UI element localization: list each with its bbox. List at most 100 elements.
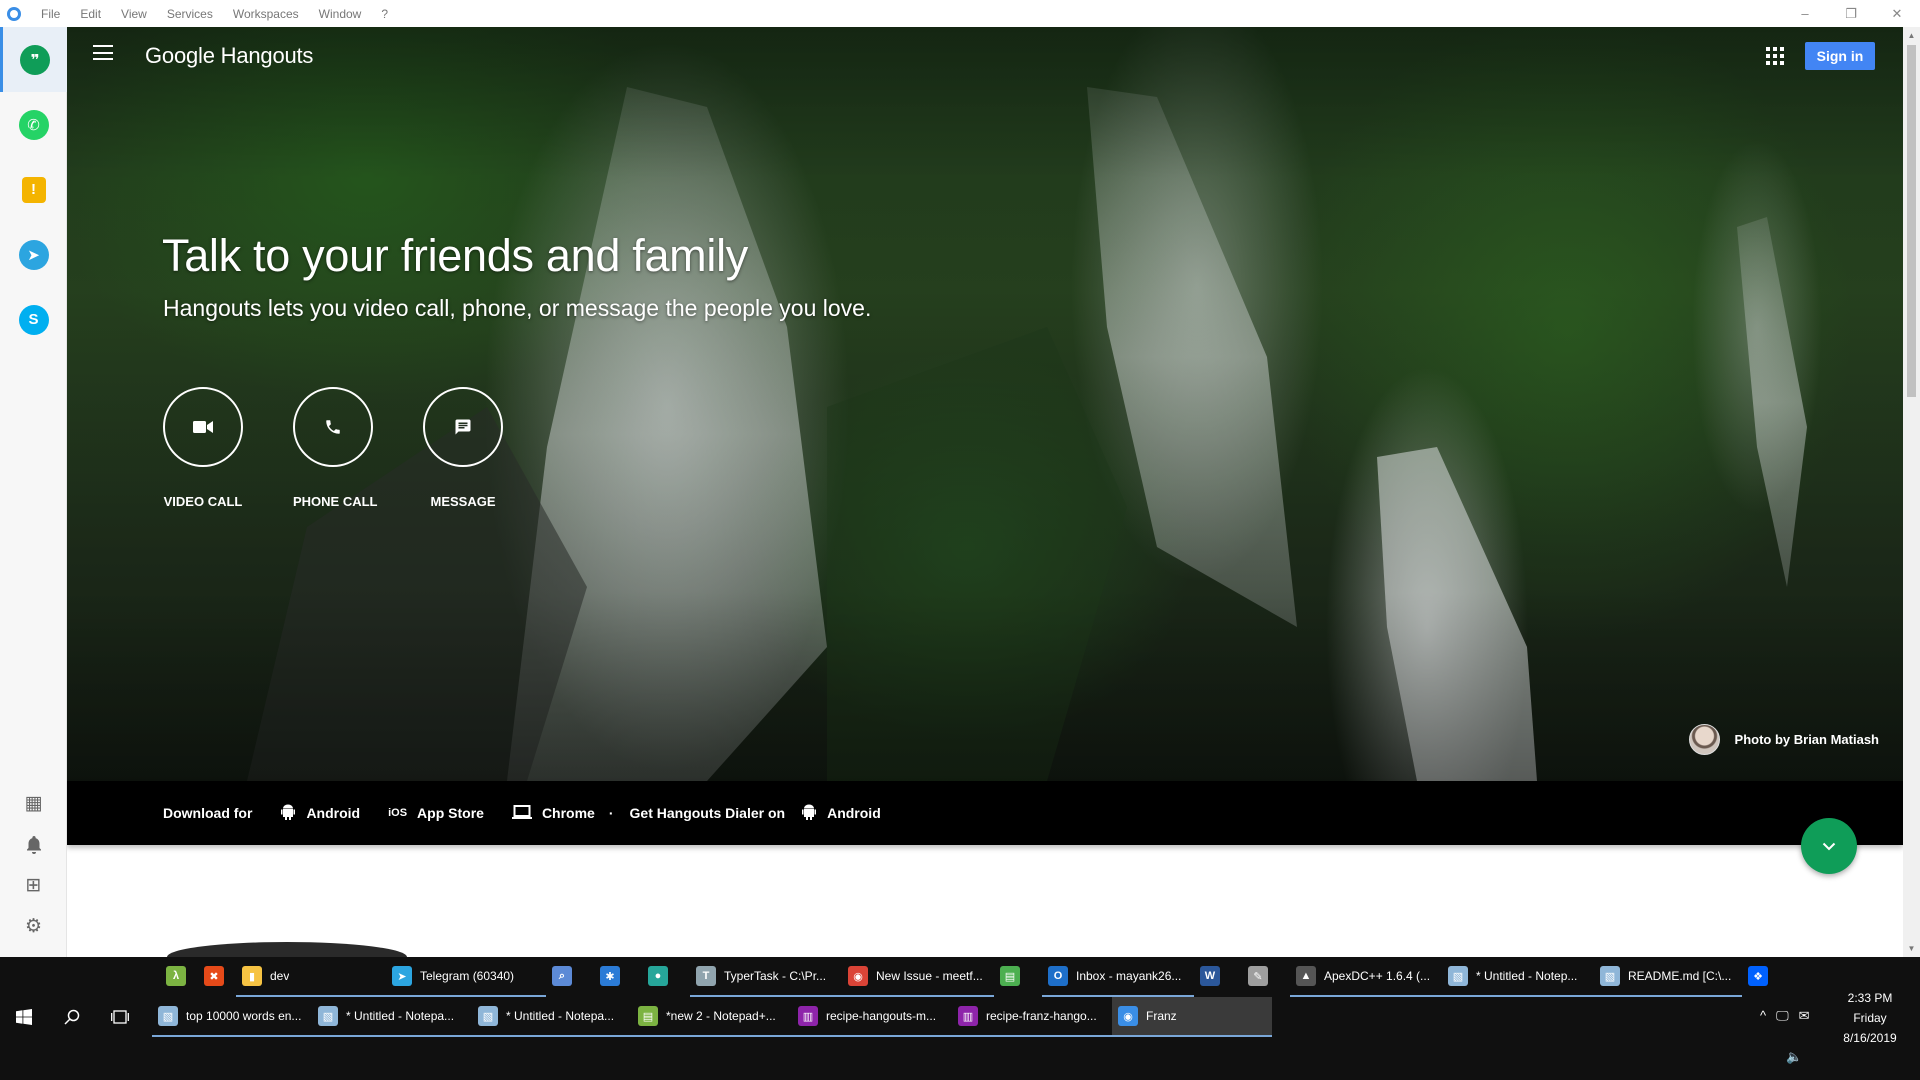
menu-file[interactable]: File <box>31 7 70 21</box>
menu-services[interactable]: Services <box>157 7 223 21</box>
settings-icon[interactable]: ⚙ <box>0 906 67 947</box>
chevron-down-icon <box>1822 842 1836 850</box>
taskbar-clock[interactable]: 2:33 PM Friday 8/16/2019 <box>1830 988 1910 1048</box>
message-button[interactable] <box>423 387 503 467</box>
dialer-android-link[interactable]: Android <box>801 803 881 824</box>
winrar-icon: ▥ <box>798 1006 818 1026</box>
taskbar-button-winrar[interactable]: ▥ recipe-hangouts-m... <box>792 997 952 1037</box>
page-scrollbar[interactable]: ▲ ▼ <box>1903 27 1920 957</box>
circle-app-icon: ● <box>648 966 668 986</box>
video-call-label: VIDEO CALL <box>163 494 243 509</box>
menu-view[interactable]: View <box>111 7 157 21</box>
download-bar: Download for Android iOS App Store Chrom… <box>67 781 1903 845</box>
menu-hamburger-icon[interactable] <box>93 45 113 60</box>
taskbar-button-label: top 10000 words en... <box>186 1009 302 1023</box>
taskbar-button-excel-like[interactable]: ▤ <box>994 957 1042 997</box>
download-separator: · <box>608 805 614 821</box>
message-label: MESSAGE <box>430 494 496 509</box>
taskbar-button-label: dev <box>270 969 290 983</box>
service-skype[interactable]: S <box>0 287 67 352</box>
message-action[interactable]: MESSAGE <box>423 387 553 509</box>
restore-button[interactable]: ❐ <box>1828 0 1874 27</box>
taskbar-button-winrar[interactable]: ▥ recipe-franz-hango... <box>952 997 1112 1037</box>
taskbar-button-pen[interactable]: ✎ <box>1242 957 1290 997</box>
taskbar-button-notepad[interactable]: ▧ * Untitled - Notepa... <box>312 997 472 1037</box>
service-hangouts[interactable]: ❞ <box>0 27 67 92</box>
android-icon <box>801 803 817 824</box>
taskbar-button-telegram[interactable]: ➤ Telegram (60340) <box>386 957 546 997</box>
taskbar-button-label: Franz <box>1146 1009 1177 1023</box>
word-icon: W <box>1200 966 1220 986</box>
tray-chevron-up-icon[interactable]: ^ <box>1760 1008 1766 1024</box>
ios-icon: iOS <box>388 807 408 819</box>
taskbar-button-notepad[interactable]: ▧ * Untitled - Notep... <box>1442 957 1594 997</box>
taskbar-button-folder[interactable]: ▮ dev <box>236 957 386 997</box>
taskbar-button-label: New Issue - meetf... <box>876 969 983 983</box>
minimize-button[interactable]: – <box>1782 0 1828 27</box>
phone-call-button[interactable] <box>293 387 373 467</box>
tray-notifications-icon[interactable]: ✉ <box>1799 1008 1810 1024</box>
taskbar-button-circle-app[interactable]: ● <box>642 957 690 997</box>
taskbar-button-notepad[interactable]: ▧ README.md [C:\... <box>1594 957 1742 997</box>
sign-in-button[interactable]: Sign in <box>1805 42 1875 70</box>
outlook-icon: O <box>1048 966 1068 986</box>
chrome-icon: ◉ <box>848 966 868 986</box>
menu-window[interactable]: Window <box>309 7 372 21</box>
video-call-button[interactable] <box>163 387 243 467</box>
hangouts-logo[interactable]: Google Hangouts <box>145 43 313 69</box>
notepad-icon: ▧ <box>478 1006 498 1026</box>
close-button[interactable]: ✕ <box>1874 0 1920 27</box>
scrollbar-thumb[interactable] <box>1907 45 1916 397</box>
app-menubar: File Edit View Services Workspaces Windo… <box>0 0 1920 27</box>
service-keep[interactable]: ! <box>0 157 67 222</box>
taskbar-button-dropbox[interactable]: ❖ <box>1742 957 1786 997</box>
taskbar-button-search-tool[interactable]: ⌕ <box>546 957 594 997</box>
keep-icon: ! <box>21 176 46 203</box>
scroll-down-button[interactable] <box>1801 818 1857 874</box>
skype-icon: S <box>18 304 49 335</box>
search-icon[interactable] <box>48 997 96 1037</box>
google-apps-icon[interactable] <box>1766 47 1784 65</box>
photo-credit-text: Photo by Brian Matiash <box>1734 732 1879 747</box>
service-telegram[interactable]: ➤ <box>0 222 67 287</box>
search-tool-icon: ⌕ <box>552 966 572 986</box>
notepad-icon: ▧ <box>1600 966 1620 986</box>
download-chrome-link[interactable]: Chrome <box>511 804 595 822</box>
download-app-store-link[interactable]: iOS App Store <box>388 805 484 821</box>
video-camera-icon <box>193 421 213 433</box>
start-windows-icon[interactable] <box>0 997 48 1037</box>
scroll-down-arrow-icon[interactable]: ▼ <box>1903 940 1920 957</box>
excel-like-icon: ▤ <box>1000 966 1020 986</box>
menu-edit[interactable]: Edit <box>70 7 111 21</box>
download-android-link[interactable]: Android <box>280 803 360 824</box>
lambda-icon: λ <box>166 966 186 986</box>
video-call-action[interactable]: VIDEO CALL <box>163 387 293 509</box>
workspaces-icon[interactable]: ▦ <box>0 783 67 824</box>
taskbar-button-notepad[interactable]: ▧ top 10000 words en... <box>152 997 312 1037</box>
message-icon <box>455 419 471 435</box>
taskbar-button-apexdc[interactable]: ▲ ApexDC++ 1.6.4 (... <box>1290 957 1442 997</box>
phone-call-action[interactable]: PHONE CALL <box>293 387 423 509</box>
window-controls: – ❐ ✕ <box>1782 0 1920 27</box>
tray-network-icon[interactable]: 🖵 <box>1776 1008 1789 1024</box>
taskbar-button-network[interactable]: ✱ <box>594 957 642 997</box>
taskbar-button-notepad[interactable]: ▧ * Untitled - Notepa... <box>472 997 632 1037</box>
taskbar-button-franz[interactable]: ◉ Franz <box>1112 997 1272 1037</box>
tray-volume-icon[interactable]: 🔈 <box>1786 1049 1802 1065</box>
photo-credit[interactable]: Photo by Brian Matiash <box>1688 724 1879 755</box>
service-whatsapp[interactable]: ✆ <box>0 92 67 157</box>
notifications-icon[interactable] <box>0 824 67 865</box>
taskbar-button-word[interactable]: W <box>1194 957 1242 997</box>
taskbar-button-notepadpp[interactable]: ▤ *new 2 - Notepad+... <box>632 997 792 1037</box>
taskbar-button-lambda[interactable]: λ <box>160 957 198 997</box>
taskbar-button-chrome[interactable]: ◉ New Issue - meetf... <box>842 957 994 997</box>
task-view-icon[interactable] <box>96 997 144 1037</box>
taskbar-button-typertask[interactable]: T TyperTask - C:\Pr... <box>690 957 842 997</box>
telegram-icon: ➤ <box>392 966 412 986</box>
taskbar-button-outlook[interactable]: O Inbox - mayank26... <box>1042 957 1194 997</box>
menu-help[interactable]: ? <box>371 7 398 21</box>
menu-workspaces[interactable]: Workspaces <box>223 7 309 21</box>
taskbar-button-x-tool[interactable]: ✖ <box>198 957 236 997</box>
add-service-icon[interactable]: ⊞ <box>0 865 67 906</box>
scroll-up-arrow-icon[interactable]: ▲ <box>1903 27 1920 44</box>
